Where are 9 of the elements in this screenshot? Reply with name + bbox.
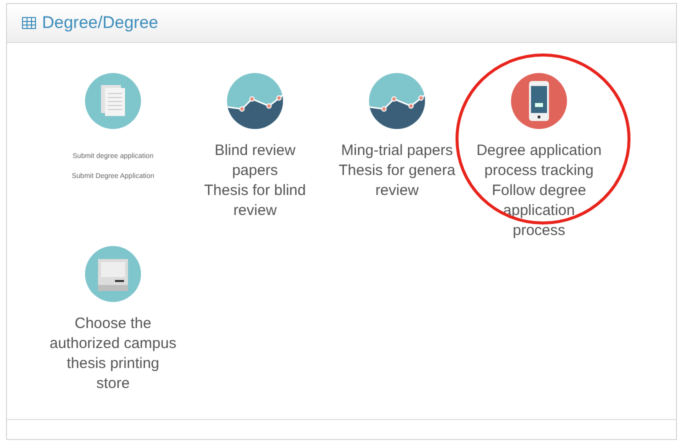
menu-item-label[interactable]: Choose the authorized campus thesis printing store	[50, 314, 176, 394]
menu-item-label[interactable]: Blind review papers Thesis for blind review	[204, 140, 306, 221]
table-icon	[22, 16, 36, 29]
menu-item-label[interactable]: Ming-trial papers Thesis for genera review	[338, 140, 456, 201]
document-icon	[85, 72, 141, 129]
phone-icon	[511, 72, 567, 129]
printer-icon	[85, 246, 141, 302]
menu-item-label[interactable]: Degree application process tracking Follow degree application process	[476, 140, 602, 241]
panel-title: Degree/Degree	[42, 12, 158, 33]
